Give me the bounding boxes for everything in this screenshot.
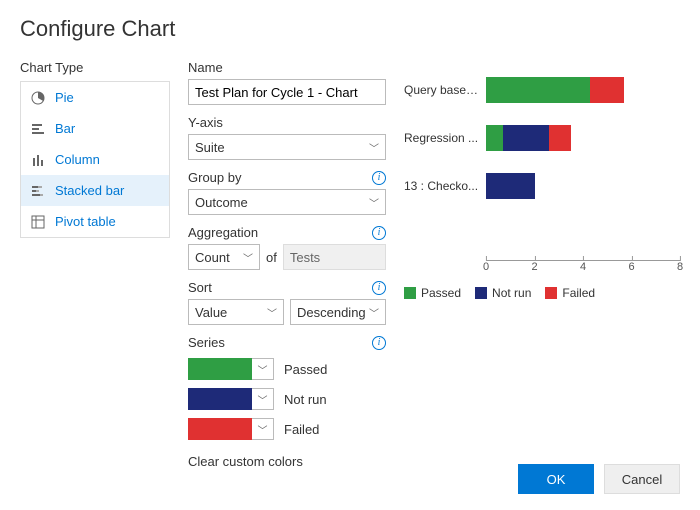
aggregation-target: Tests	[283, 244, 386, 270]
series-label: Series	[188, 335, 225, 350]
dialog-footer: OK Cancel	[518, 464, 680, 494]
series-name: Passed	[284, 362, 327, 377]
sort-by-value: Value	[195, 305, 227, 320]
sort-label: Sort	[188, 280, 212, 295]
chevron-down-icon: ﹀	[369, 305, 379, 320]
chart-type-list: Pie Bar Column	[20, 81, 170, 238]
chart-bar-row: Query based...	[404, 66, 680, 114]
chart-bar	[486, 77, 680, 103]
clear-custom-colors-link[interactable]: Clear custom colors	[188, 454, 386, 469]
series-row: ﹀ Passed	[188, 358, 386, 380]
axis-tick: 8	[677, 261, 683, 273]
chart-type-header: Chart Type	[20, 60, 170, 75]
configure-chart-dialog: Configure Chart Chart Type Pie Bar	[0, 0, 700, 485]
sort-by-select[interactable]: Value ﹀	[188, 299, 284, 325]
groupby-label: Group by	[188, 170, 241, 185]
chevron-down-icon: ﹀	[252, 418, 274, 440]
sort-direction-value: Descending	[297, 305, 366, 320]
color-swatch	[188, 388, 252, 410]
series-color-picker[interactable]: ﹀	[188, 388, 274, 410]
chart-bar-row: 13 : Checko...	[404, 162, 680, 210]
legend-label: Failed	[562, 286, 595, 300]
axis-tick: 2	[531, 261, 537, 273]
ok-button[interactable]: OK	[518, 464, 594, 494]
chart-type-stacked-bar[interactable]: Stacked bar	[21, 175, 169, 206]
dialog-title: Configure Chart	[20, 16, 680, 42]
aggregation-target-value: Tests	[290, 250, 320, 265]
legend-item: Passed	[404, 286, 461, 300]
chart-segment	[486, 125, 503, 151]
groupby-value: Outcome	[195, 195, 248, 210]
pie-icon	[31, 91, 45, 105]
legend-swatch	[404, 287, 416, 299]
yaxis-select[interactable]: Suite ﹀	[188, 134, 386, 160]
groupby-select[interactable]: Outcome ﹀	[188, 189, 386, 215]
sort-direction-select[interactable]: Descending ﹀	[290, 299, 386, 325]
of-label: of	[266, 250, 277, 265]
series-color-picker[interactable]: ﹀	[188, 418, 274, 440]
yaxis-value: Suite	[195, 140, 225, 155]
series-color-picker[interactable]: ﹀	[188, 358, 274, 380]
chart-type-bar[interactable]: Bar	[21, 113, 169, 144]
color-swatch	[188, 358, 252, 380]
chart-form: Name Y-axis Suite ﹀ Group by i Outcome ﹀…	[188, 60, 386, 469]
chart-category-label: 13 : Checko...	[404, 179, 486, 193]
legend-swatch	[475, 287, 487, 299]
cancel-button[interactable]: Cancel	[604, 464, 680, 494]
axis-tick: 4	[580, 261, 586, 273]
info-icon[interactable]: i	[372, 226, 386, 240]
chart-bar-row: Regression ...	[404, 114, 680, 162]
chart-category-label: Query based...	[404, 83, 486, 97]
chart-type-column[interactable]: Column	[21, 144, 169, 175]
info-icon[interactable]: i	[372, 171, 386, 185]
pivot-table-icon	[31, 215, 45, 229]
color-swatch	[188, 418, 252, 440]
column-icon	[31, 153, 45, 167]
chart-type-label: Pivot table	[55, 214, 159, 229]
series-row: ﹀ Failed	[188, 418, 386, 440]
series-name: Not run	[284, 392, 327, 407]
chart-segment	[486, 77, 590, 103]
axis-tick: 0	[483, 261, 489, 273]
info-icon[interactable]: i	[372, 336, 386, 350]
info-icon[interactable]: i	[372, 281, 386, 295]
name-label: Name	[188, 60, 223, 75]
chart-type-label: Bar	[55, 121, 159, 136]
series-name: Failed	[284, 422, 319, 437]
name-input[interactable]	[188, 79, 386, 105]
chevron-down-icon: ﹀	[252, 358, 274, 380]
chart-segment	[590, 77, 624, 103]
bar-icon	[31, 122, 45, 136]
chevron-down-icon: ﹀	[369, 195, 379, 210]
chart-type-label: Pie	[55, 90, 159, 105]
chart-preview: Query based... Regression ... 13 : Checko.…	[404, 60, 680, 469]
stacked-bar-icon	[31, 184, 45, 198]
aggregation-select[interactable]: Count ﹀	[188, 244, 260, 270]
chart-type-pivot-table[interactable]: Pivot table	[21, 206, 169, 237]
axis-tick: 6	[628, 261, 634, 273]
chart-type-label: Column	[55, 152, 159, 167]
legend-item: Failed	[545, 286, 595, 300]
chevron-down-icon: ﹀	[252, 388, 274, 410]
legend-label: Passed	[421, 286, 461, 300]
aggregation-value: Count	[195, 250, 230, 265]
chart-category-label: Regression ...	[404, 131, 486, 145]
chevron-down-icon: ﹀	[267, 305, 277, 320]
chart-bar	[486, 173, 680, 199]
chart-segment	[503, 125, 549, 151]
series-row: ﹀ Not run	[188, 388, 386, 410]
chevron-down-icon: ﹀	[243, 250, 253, 265]
yaxis-label: Y-axis	[188, 115, 223, 130]
chart-type-pie[interactable]: Pie	[21, 82, 169, 113]
legend-label: Not run	[492, 286, 531, 300]
chart-bar	[486, 125, 680, 151]
legend-swatch	[545, 287, 557, 299]
chart-segment	[486, 173, 535, 199]
chart-segment	[549, 125, 571, 151]
chevron-down-icon: ﹀	[369, 140, 379, 155]
aggregation-label: Aggregation	[188, 225, 258, 240]
chart-type-label: Stacked bar	[55, 183, 159, 198]
legend-item: Not run	[475, 286, 531, 300]
